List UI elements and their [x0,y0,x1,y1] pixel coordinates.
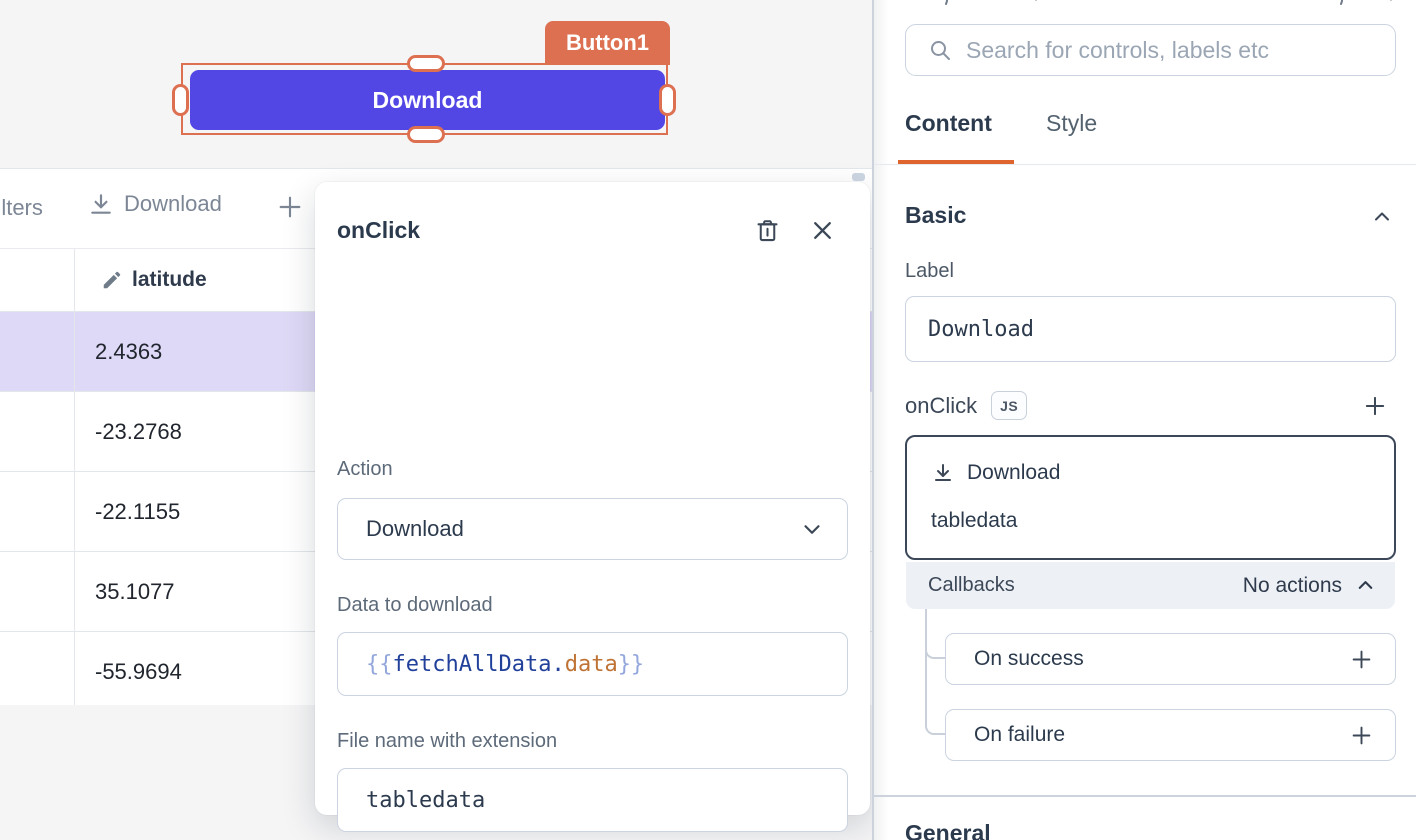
action-field-label: Action [337,458,393,481]
add-success-callback-button[interactable] [1348,646,1375,673]
filename-value: tabledata [366,788,485,813]
tab-style[interactable]: Style [1046,110,1097,137]
onclick-label: onClick [905,393,977,419]
table-filters-button[interactable]: Filters [0,195,43,221]
tabs-divider [874,164,1416,165]
action-card-subtitle: tabledata [931,509,1017,533]
popup-title: onClick [337,217,420,244]
table-scrollbar-fragment[interactable] [852,173,865,181]
resize-handle-left[interactable] [172,84,189,116]
section-basic-header[interactable]: Basic [905,202,966,229]
data-field-label: Data to download [337,594,493,617]
chevron-up-icon [1354,574,1377,597]
cell-value: -55.9694 [95,659,182,685]
label-input[interactable]: Download [905,296,1396,362]
table-add-column-button[interactable] [274,191,306,229]
callbacks-toggle[interactable]: Callbacks No actions [906,562,1395,609]
table-download-button[interactable]: Download [88,191,222,217]
tab-content[interactable]: Content [905,110,992,137]
resize-handle-right[interactable] [659,84,676,116]
cell-value: 2.4363 [95,339,162,365]
on-success-row[interactable]: On success [945,633,1396,685]
code-expression: {{fetchAllData.data}} [366,652,644,677]
cropped-header-row [874,0,1416,12]
close-icon[interactable] [807,215,837,245]
widget-name-tag[interactable]: Button1 [545,21,670,65]
table-download-label: Download [124,191,222,217]
callbacks-status: No actions [1243,574,1342,598]
column-divider [74,249,75,705]
callbacks-label: Callbacks [928,574,1015,597]
download-icon [931,461,955,485]
resize-handle-bottom[interactable] [407,126,445,143]
property-pane: Search for controls, labels etc Content … [874,0,1416,840]
js-toggle-button[interactable]: JS [991,391,1027,420]
button-widget[interactable]: Download [190,70,665,130]
on-failure-label: On failure [974,723,1065,747]
filename-field-label: File name with extension [337,730,557,753]
chevron-down-icon [799,516,825,542]
label-input-value: Download [928,317,1034,342]
table-column-header[interactable]: latitude [101,268,207,292]
add-failure-callback-button[interactable] [1348,722,1375,749]
action-card-title: Download [967,461,1060,485]
on-success-label: On success [974,647,1084,671]
add-action-button[interactable] [1361,392,1389,425]
cell-value: -22.1155 [95,499,180,525]
section-general-header[interactable]: General [905,820,991,840]
delete-action-button[interactable] [752,215,782,245]
onclick-property-row: onClick JS [905,391,1027,420]
on-failure-row[interactable]: On failure [945,709,1396,761]
section-divider [874,795,1416,797]
filename-input[interactable]: tabledata [337,768,848,832]
chevron-icon[interactable] [1379,833,1403,840]
label-field-label: Label [905,260,954,283]
resize-handle-top[interactable] [407,55,445,72]
cell-value: 35.1077 [95,579,175,605]
pencil-icon [101,269,123,291]
callback-tree-connector [925,609,945,659]
search-placeholder: Search for controls, labels etc [966,37,1269,64]
cell-value: -23.2768 [95,419,182,445]
panel-left-shadow [874,0,888,840]
action-select-value: Download [366,516,464,542]
action-select[interactable]: Download [337,498,848,560]
search-input[interactable]: Search for controls, labels etc [905,24,1396,76]
chevron-up-icon[interactable] [1370,205,1394,234]
column-header-label: latitude [132,268,207,292]
search-icon [928,38,952,62]
onclick-action-popup: onClick Action Download Data to download… [315,182,870,815]
data-code-input[interactable]: {{fetchAllData.data}} [337,632,848,696]
download-icon [88,191,114,217]
configured-action-card[interactable]: Download tabledata [905,435,1396,560]
app-root: Filters Download [0,0,1416,840]
